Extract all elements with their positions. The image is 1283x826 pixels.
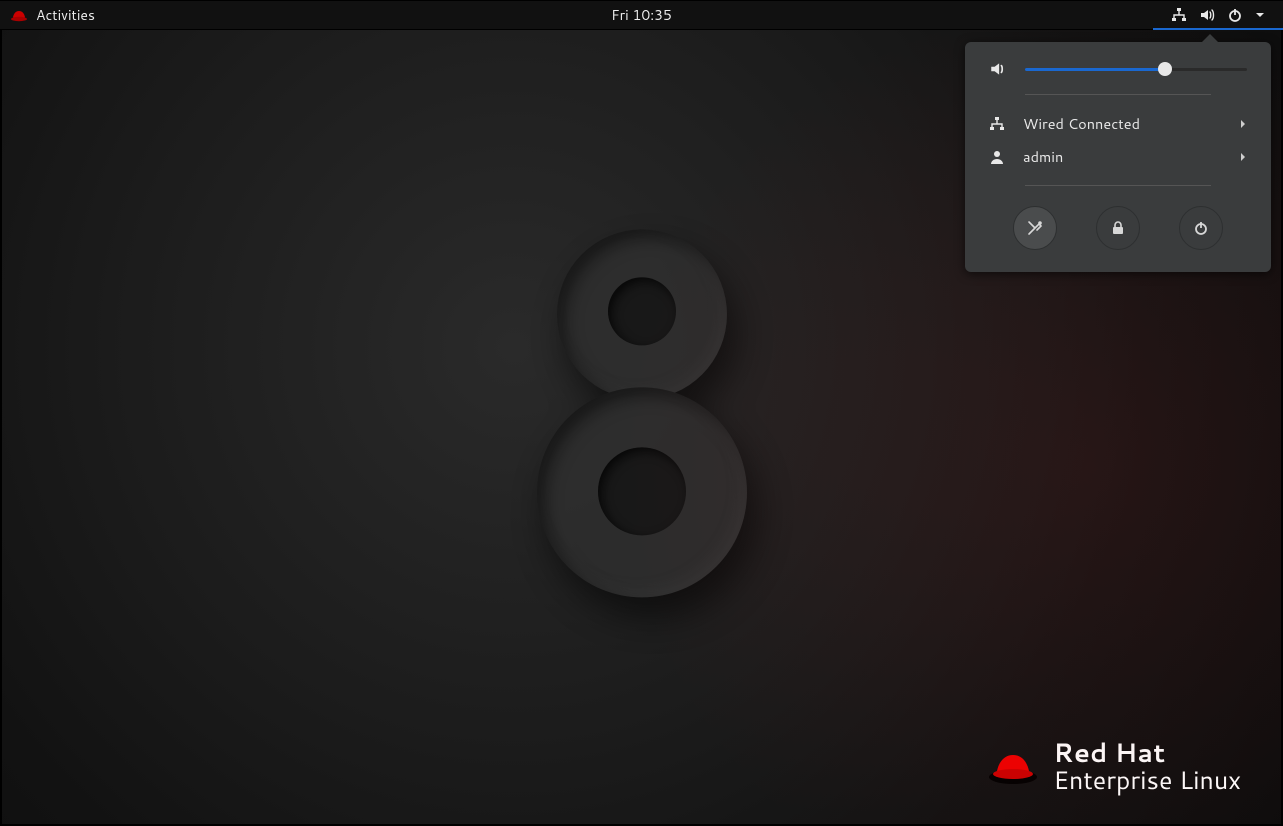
volume-row — [965, 60, 1271, 82]
chevron-right-icon — [1239, 119, 1247, 129]
settings-tools-icon — [1026, 219, 1044, 237]
user-icon — [989, 149, 1005, 165]
top-bar: Activities Fri 10:35 — [0, 0, 1283, 30]
lock-icon — [1110, 220, 1126, 236]
menu-separator — [1025, 94, 1211, 95]
system-status-area[interactable] — [1167, 1, 1269, 29]
distro-hat-icon — [10, 8, 28, 22]
network-menu-label: Wired Connected — [1023, 113, 1140, 134]
power-icon — [1227, 7, 1243, 23]
clock[interactable]: Fri 10:35 — [611, 5, 672, 25]
menu-separator — [1025, 185, 1211, 186]
brand-line-1: Red Hat — [1053, 740, 1241, 767]
power-button[interactable] — [1179, 206, 1223, 250]
network-wired-icon — [989, 116, 1005, 132]
lock-button[interactable] — [1096, 206, 1140, 250]
system-menu-popover: Wired Connected admin — [965, 42, 1271, 272]
wallpaper-version-glyph — [512, 229, 772, 609]
volume-slider[interactable] — [1025, 61, 1247, 77]
distro-branding: Red Hat Enterprise Linux — [987, 740, 1241, 794]
network-wired-icon — [1171, 7, 1187, 23]
settings-button[interactable] — [1013, 206, 1057, 250]
user-menu-label: admin — [1023, 146, 1063, 167]
volume-icon — [1199, 7, 1215, 23]
brand-line-2: Enterprise Linux — [1053, 768, 1241, 794]
activities-button[interactable]: Activities — [36, 5, 95, 25]
redhat-logo-icon — [987, 747, 1039, 787]
chevron-down-icon — [1255, 10, 1265, 20]
chevron-right-icon — [1239, 152, 1247, 162]
user-menu-item[interactable]: admin — [965, 140, 1271, 173]
volume-icon — [989, 60, 1007, 78]
power-icon — [1193, 220, 1209, 236]
network-menu-item[interactable]: Wired Connected — [965, 107, 1271, 140]
